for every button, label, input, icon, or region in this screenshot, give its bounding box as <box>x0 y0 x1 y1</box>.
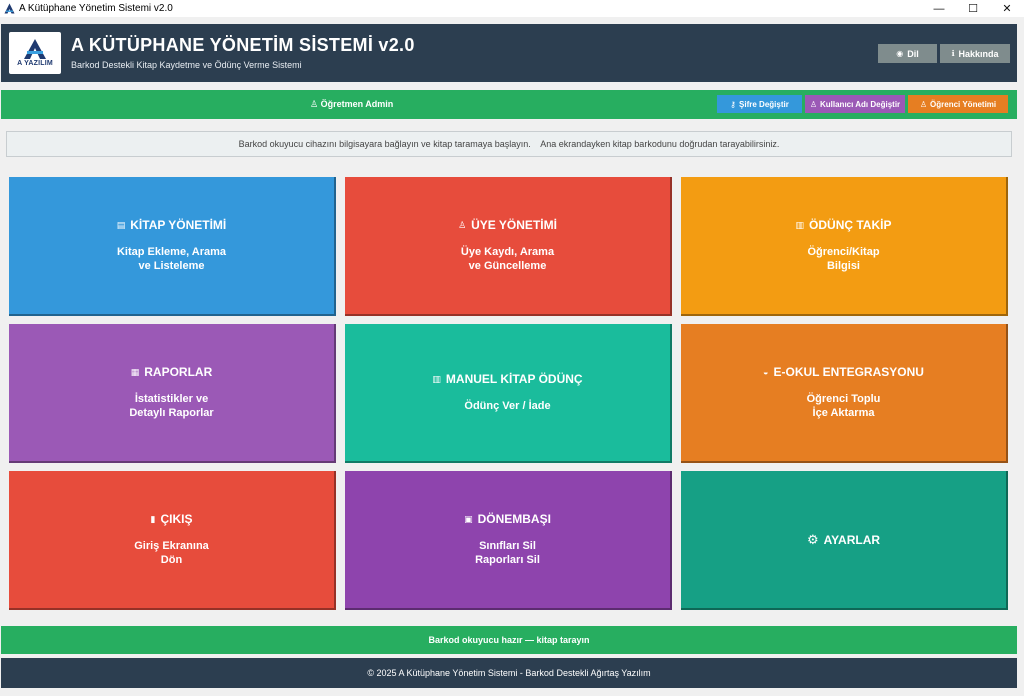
window-titlebar: A Kütüphane Yönetim Sistemi v2.0 — ☐ ✕ <box>0 0 1024 17</box>
tile-title: ÖDÜNÇ TAKİP <box>809 218 892 232</box>
info-banner: Barkod okuyucu cihazını bilgisayara bağl… <box>6 131 1012 157</box>
tile-title: DÖNEMBAŞI <box>477 512 551 526</box>
manual-loan-icon: ▥ <box>432 373 441 384</box>
close-button[interactable]: ✕ <box>990 0 1024 17</box>
about-button-label: Hakkında <box>958 48 999 59</box>
app-title: A KÜTÜPHANE YÖNETİM SİSTEMİ v2.0 <box>71 35 415 55</box>
about-button[interactable]: ℹ Hakkında <box>940 44 1010 63</box>
user-icon: ♙ <box>310 99 319 109</box>
change-password-label: Şifre Değiştir <box>739 99 789 109</box>
books-icon: ▤ <box>116 219 126 230</box>
footer-text: © 2025 A Kütüphane Yönetim Sistemi - Bar… <box>367 668 651 678</box>
globe-icon: ◉ <box>896 49 904 58</box>
info-text: Barkod okuyucu cihazını bilgisayara bağl… <box>238 139 780 149</box>
minimize-button[interactable]: — <box>922 0 956 17</box>
company-logo: A YAZILIM <box>9 32 61 74</box>
student-management-button[interactable]: ♙ Öğrenci Yönetimi <box>908 95 1008 113</box>
tile-title: RAPORLAR <box>144 365 213 379</box>
tile-exit[interactable]: ▮ ÇIKIŞ Giriş Ekranına Dön <box>9 471 336 610</box>
tile-eokul-integration[interactable]: ◒ E-OKUL ENTEGRASYONU Öğrenci Toplu İçe A… <box>681 324 1008 463</box>
tile-description: Öğrenci/Kitap Bilgisi <box>807 246 880 272</box>
loan-icon: ▥ <box>795 219 805 230</box>
tile-settings[interactable]: ⚙ AYARLAR <box>681 471 1008 610</box>
key-icon: ⚷ <box>730 99 737 109</box>
tile-title: MANUEL KİTAP ÖDÜNÇ <box>445 372 583 386</box>
maximize-button[interactable]: ☐ <box>956 0 990 17</box>
scanner-status-bar: Barkod okuyucu hazır — kitap tarayın <box>1 626 1017 654</box>
footer: © 2025 A Kütüphane Yönetim Sistemi - Bar… <box>1 658 1017 688</box>
reports-icon: ▦ <box>130 366 140 377</box>
window-title: A Kütüphane Yönetim Sistemi v2.0 <box>19 3 173 14</box>
tile-reports[interactable]: ▦ RAPORLAR İstatistikler ve Detaylı Rapor… <box>9 324 336 463</box>
gear-icon: ⚙ <box>806 531 819 547</box>
info-icon: ℹ <box>951 49 955 58</box>
tile-title: AYARLAR <box>823 532 881 547</box>
user-edit-icon: ♙ <box>809 99 817 109</box>
tile-title: ÜYE YÖNETİMİ <box>471 218 557 232</box>
tile-title: KİTAP YÖNETİMİ <box>130 218 227 232</box>
logo-text: A YAZILIM <box>17 60 53 67</box>
tile-description: Giriş Ekranına Dön <box>134 540 209 566</box>
language-button[interactable]: ◉ Dil <box>878 44 937 63</box>
calendar-reset-icon: ▣ <box>464 513 473 524</box>
tile-loan-tracking[interactable]: ▥ ÖDÜNÇ TAKİP Öğrenci/Kitap Bilgisi <box>681 177 1008 316</box>
tile-description: Kitap Ekleme, Arama ve Listeleme <box>116 246 227 272</box>
language-button-label: Dil <box>907 48 919 59</box>
exit-icon: ▮ <box>150 513 156 524</box>
tile-description: Ödünç Ver / İade <box>464 400 551 412</box>
tile-description: Öğrenci Toplu İçe Aktarma <box>806 393 881 419</box>
tile-member-management[interactable]: ♙ ÜYE YÖNETİMİ Üye Kaydı, Arama ve Güncel… <box>345 177 672 316</box>
app-header: A YAZILIM A KÜTÜPHANE YÖNETİM SİSTEMİ v2… <box>1 24 1017 82</box>
tile-title: E-OKUL ENTEGRASYONU <box>773 365 924 379</box>
members-icon: ♙ <box>458 219 467 230</box>
tile-description: Üye Kaydı, Arama ve Güncelleme <box>460 246 555 272</box>
logo-a-icon <box>24 39 46 59</box>
app-subtitle: Barkod Destekli Kitap Kaydetme ve Ödünç … <box>71 60 302 70</box>
graduation-cap-icon: ◒ <box>763 367 769 377</box>
tile-book-management[interactable]: ▤ KİTAP YÖNETİMİ Kitap Ekleme, Arama ve L… <box>9 177 336 316</box>
students-icon: ♙ <box>919 99 928 109</box>
current-user: ♙ Öğretmen Admin <box>310 99 393 110</box>
tile-description: İstatistikler ve Detaylı Raporlar <box>129 393 214 419</box>
app-logo-icon <box>3 3 15 15</box>
tile-manual-loan[interactable]: ▥ MANUEL KİTAP ÖDÜNÇ Ödünç Ver / İade <box>345 324 672 463</box>
change-password-button[interactable]: ⚷ Şifre Değiştir <box>717 95 802 113</box>
tile-description: Sınıfları Sil Raporları Sil <box>475 540 540 566</box>
student-management-label: Öğrenci Yönetimi <box>930 99 997 109</box>
tile-title: ÇIKIŞ <box>160 512 193 526</box>
change-username-button[interactable]: ♙ Kullanıcı Adı Değiştir <box>805 95 905 113</box>
status-text: Barkod okuyucu hazır — kitap tarayın <box>428 635 590 645</box>
user-bar: ♙ Öğretmen Admin ⚷ Şifre Değiştir ♙ Kull… <box>1 90 1017 119</box>
change-username-label: Kullanıcı Adı Değiştir <box>820 99 901 109</box>
user-name: Öğretmen Admin <box>320 99 394 109</box>
tile-term-start[interactable]: ▣ DÖNEMBAŞI Sınıfları Sil Raporları Sil <box>345 471 672 610</box>
